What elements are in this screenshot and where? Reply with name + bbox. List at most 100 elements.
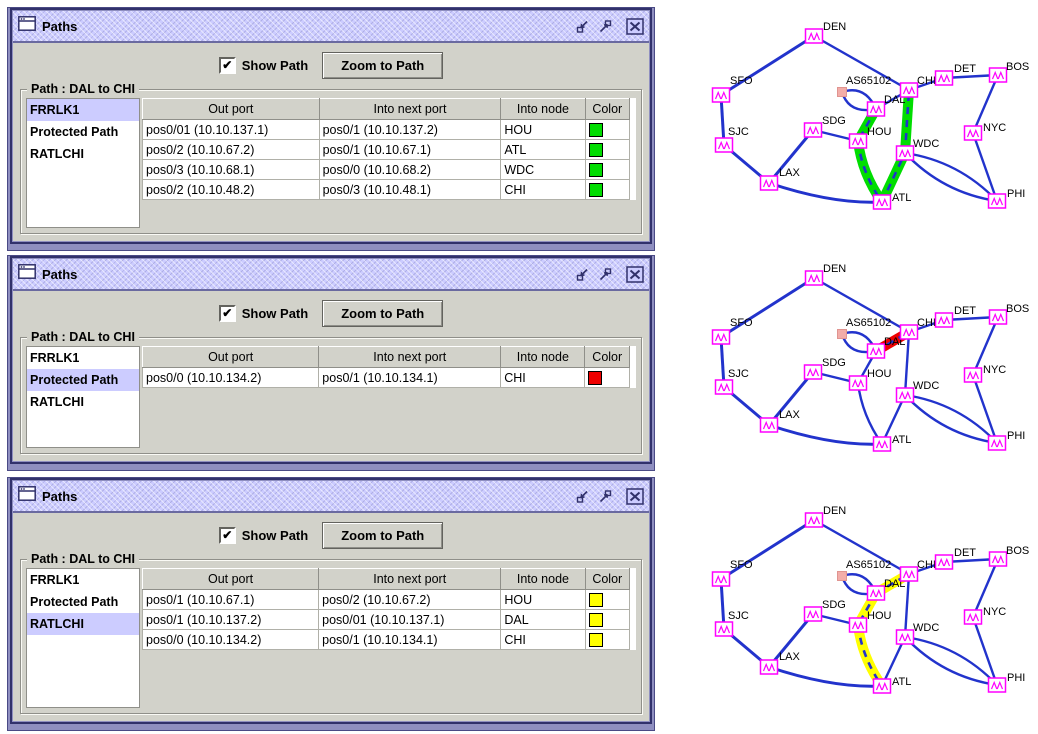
column-header-into-node[interactable]: Into node (500, 346, 586, 368)
node-HOU[interactable]: HOU (848, 610, 892, 633)
maximize-button[interactable] (596, 18, 614, 35)
hop-cell: pos0/2 (10.10.67.2) (142, 139, 320, 160)
zoom-to-path-button[interactable]: Zoom to Path (322, 299, 444, 327)
node-WDC[interactable]: WDC (895, 380, 940, 403)
router-icon (804, 270, 824, 286)
color-cell (585, 629, 631, 650)
path-list-item-frrlk1[interactable]: FRRLK1 (27, 569, 139, 591)
link-LAX-ATL[interactable] (768, 423, 883, 446)
node-CHI[interactable]: CHI (899, 75, 936, 98)
color-cell (585, 159, 631, 180)
path-list-item-frrlk1[interactable]: FRRLK1 (27, 347, 139, 369)
node-label: SFO (730, 559, 753, 571)
path-list-item-protected-path[interactable]: Protected Path (27, 591, 139, 613)
node-BOS[interactable]: BOS (988, 61, 1030, 83)
column-header-into-node[interactable]: Into node (500, 568, 586, 590)
column-header-color[interactable]: Color (584, 98, 631, 120)
topology-map-1: DEN SFO SJC LAX SDG HOU DAL AS65102 CHI DET BOS NYC… (654, 0, 1038, 246)
iconify-button[interactable] (574, 488, 592, 505)
node-DEN[interactable]: DEN (804, 263, 847, 286)
node-DET[interactable]: DET (934, 305, 977, 328)
column-header-out-port[interactable]: Out port (141, 568, 320, 590)
link-WDC-CHI[interactable] (903, 331, 911, 396)
column-header-out-port[interactable]: Out port (141, 346, 320, 368)
node-DET[interactable]: DET (934, 63, 977, 86)
node-DET[interactable]: DET (934, 547, 977, 570)
maximize-button[interactable] (596, 266, 614, 283)
node-NYC[interactable]: NYC (963, 364, 1007, 383)
hop-row[interactable]: pos0/3 (10.10.68.1) pos0/0 (10.10.68.2) WD… (142, 159, 631, 180)
zoom-to-path-button[interactable]: Zoom to Path (322, 51, 444, 79)
node-NYC[interactable]: NYC (963, 122, 1007, 141)
hop-row[interactable]: pos0/2 (10.10.67.2) pos0/1 (10.10.67.1) AT… (142, 139, 631, 160)
router-icon (895, 629, 915, 645)
show-path-checkbox[interactable]: ✔ Show Path (218, 304, 308, 322)
column-header-into-next-port[interactable]: Into next port (318, 568, 502, 590)
column-header-color[interactable]: Color (584, 568, 631, 590)
node-SJC[interactable]: SJC (714, 610, 749, 637)
router-icon (848, 617, 868, 633)
highlighted-path-band (853, 136, 887, 207)
hop-row[interactable]: pos0/1 (10.10.67.1) pos0/2 (10.10.67.2) HO… (141, 589, 631, 610)
link-LAX-ATL[interactable] (768, 181, 883, 204)
router-icon (895, 387, 915, 403)
zoom-to-path-button[interactable]: Zoom to Path (322, 521, 444, 549)
show-path-checkbox[interactable]: ✔ Show Path (218, 56, 308, 74)
titlebar[interactable]: Paths (13, 11, 649, 43)
link-LAX-ATL[interactable] (768, 665, 883, 688)
node-label: WDC (913, 138, 939, 150)
node-WDC[interactable]: WDC (895, 622, 940, 645)
path-list-item-ratlchi[interactable]: RATLCHI (27, 143, 139, 165)
node-label: DET (954, 547, 976, 559)
close-button[interactable] (626, 265, 644, 283)
node-DAL[interactable]: DAL (866, 578, 906, 601)
column-header-out-port[interactable]: Out port (142, 98, 320, 120)
iconify-button[interactable] (574, 18, 592, 35)
path-color-swatch (588, 612, 603, 627)
path-list-item-protected-path[interactable]: Protected Path (27, 369, 139, 391)
node-HOU[interactable]: HOU (848, 368, 892, 391)
node-CHI[interactable]: CHI (899, 317, 936, 340)
titlebar[interactable]: Paths (13, 481, 649, 513)
node-SJC[interactable]: SJC (714, 126, 749, 153)
node-label: BOS (1006, 545, 1029, 557)
hop-row[interactable]: pos0/0 (10.10.134.2) pos0/1 (10.10.134.1)… (141, 629, 631, 650)
column-header-color[interactable]: Color (584, 346, 630, 368)
path-list-item-ratlchi[interactable]: RATLCHI (27, 613, 139, 635)
close-button[interactable] (626, 17, 644, 35)
node-SJC[interactable]: SJC (714, 368, 749, 395)
node-DEN[interactable]: DEN (804, 505, 847, 528)
column-header-into-node[interactable]: Into node (500, 98, 586, 120)
path-groupbox: Path : DAL to CHI FRRLK1 Protected Path RA… (20, 330, 642, 454)
path-list-item-ratlchi[interactable]: RATLCHI (27, 391, 139, 413)
path-list-item-frrlk1[interactable]: FRRLK1 (27, 99, 139, 121)
node-HOU[interactable]: HOU (848, 126, 892, 149)
path-color-swatch (588, 122, 603, 137)
link-WDC-CHI[interactable] (903, 573, 911, 638)
link-HOU-ATL[interactable] (856, 382, 883, 445)
column-header-into-next-port[interactable]: Into next port (318, 346, 502, 368)
show-path-checkbox[interactable]: ✔ Show Path (218, 526, 308, 544)
path-list-item-protected-path[interactable]: Protected Path (27, 121, 139, 143)
node-BOS[interactable]: BOS (988, 303, 1030, 325)
node-DEN[interactable]: DEN (804, 21, 847, 44)
node-BOS[interactable]: BOS (988, 545, 1030, 567)
hop-cell: pos0/2 (10.10.48.2) (142, 179, 320, 200)
node-ATL[interactable]: ATL (872, 676, 912, 694)
node-NYC[interactable]: NYC (963, 606, 1007, 625)
node-DAL[interactable]: DAL (866, 336, 906, 359)
node-CHI[interactable]: CHI (899, 559, 936, 582)
node-ATL[interactable]: ATL (872, 434, 912, 452)
path-color-swatch (588, 632, 603, 647)
close-button[interactable] (626, 487, 644, 505)
iconify-button[interactable] (574, 266, 592, 283)
hop-row[interactable]: pos0/0 (10.10.134.2) pos0/1 (10.10.134.1)… (141, 367, 630, 388)
column-header-into-next-port[interactable]: Into next port (318, 98, 502, 120)
node-ATL[interactable]: ATL (872, 192, 912, 210)
maximize-button[interactable] (596, 488, 614, 505)
hop-row[interactable]: pos0/01 (10.10.137.1) pos0/1 (10.10.137.2… (142, 119, 631, 140)
hop-row[interactable]: pos0/2 (10.10.48.2) pos0/3 (10.10.48.1) CH… (142, 179, 631, 200)
titlebar[interactable]: Paths (13, 259, 649, 291)
node-DAL[interactable]: DAL (866, 94, 906, 117)
hop-row[interactable]: pos0/1 (10.10.137.2) pos0/01 (10.10.137.1… (141, 609, 631, 630)
